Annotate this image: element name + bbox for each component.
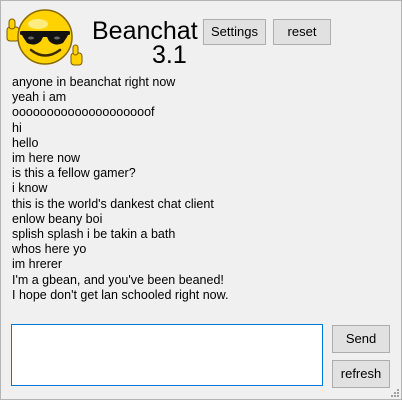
send-button[interactable]: Send bbox=[332, 325, 390, 353]
message: this is the world's dankest chat client bbox=[12, 196, 214, 211]
message: i know bbox=[12, 181, 48, 196]
message-list: anyone in beanchat right now yeah i am o… bbox=[12, 75, 392, 303]
message: hi bbox=[12, 120, 22, 135]
message: splish splash i be takin a bath bbox=[12, 227, 176, 242]
message: I hope don't get lan schooled right now. bbox=[12, 287, 229, 302]
message: whos here yo bbox=[12, 242, 87, 257]
message: yeah i am bbox=[12, 90, 67, 105]
message: hello bbox=[12, 135, 39, 150]
message: enlow beany boi bbox=[12, 211, 103, 226]
chat-window: Beanchat 3.1 Settings reset anyone in be… bbox=[0, 0, 402, 400]
app-version: 3.1 bbox=[152, 41, 187, 69]
refresh-button[interactable]: refresh bbox=[332, 360, 390, 388]
message: is this a fellow gamer? bbox=[12, 166, 136, 181]
message-input[interactable] bbox=[11, 324, 323, 386]
cool-sunglasses-thumbs-up-smiley-icon bbox=[6, 9, 83, 66]
message: im here now bbox=[12, 151, 81, 166]
message: I'm a gbean, and you've been beaned! bbox=[12, 272, 224, 287]
message: anyone in beanchat right now bbox=[12, 75, 176, 89]
settings-button[interactable]: Settings bbox=[203, 19, 266, 45]
message: oooooooooooooooooooof bbox=[12, 105, 155, 120]
reset-button[interactable]: reset bbox=[273, 19, 331, 45]
message: im hrerer bbox=[12, 257, 63, 272]
resize-grip-icon[interactable] bbox=[389, 387, 399, 397]
